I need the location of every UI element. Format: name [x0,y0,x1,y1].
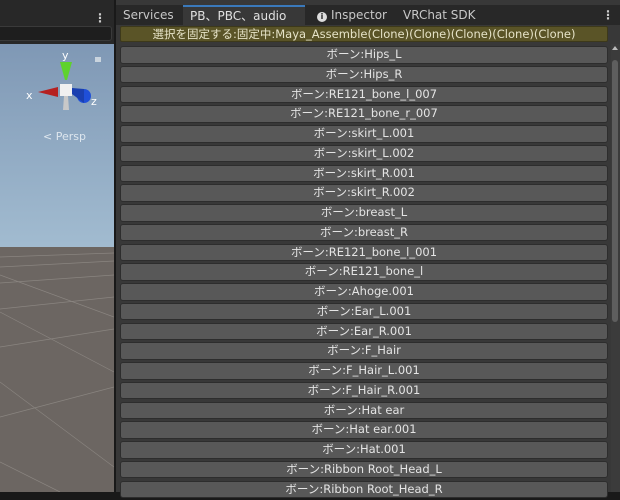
scene-viewport[interactable]: y x z < Persp [0,44,114,492]
info-icon: i [317,12,327,22]
bone-button[interactable]: ボーン:skirt_L.002 [120,144,608,163]
tab-inspector-label: Inspector [331,8,387,22]
more-options-icon[interactable]: ⋮ [602,5,614,25]
bone-button[interactable]: ボーン:RE121_bone_l_001 [120,243,608,261]
bone-button[interactable]: ボーン:skirt_L.001 [120,125,608,143]
tab-inspector[interactable]: i Inspector [310,5,394,25]
bone-button[interactable]: ボーン:F_Hair_R.001 [120,381,608,400]
bone-button[interactable]: ボーン:Hat.001 [120,441,608,459]
bone-button[interactable]: ボーン:Hips_L [120,46,608,64]
bone-button[interactable]: ボーン:Ribbon Root_Head_L [120,460,608,479]
bone-button[interactable]: ボーン:Hat ear.001 [120,421,608,439]
scroll-up-icon[interactable] [612,46,618,50]
bone-button[interactable]: ボーン:Ribbon Root_Head_R [120,480,608,498]
bone-list: ボーン:Hips_L ボーン:Hips_R ボーン:RE121_bone_l_007… [120,46,608,500]
tab-vrchat-sdk[interactable]: VRChat SDK [396,5,483,25]
inspector-panel: Services PB、PBC、audioリスト i Inspector VRCh… [116,0,620,498]
orientation-gizmo[interactable]: y x z [0,44,114,144]
scene-view-header: ⋮ [0,5,114,25]
bone-button[interactable]: ボーン:Ear_R.001 [120,322,608,340]
scene-view-panel: ⋮ y x z < Persp [0,0,114,492]
scrollbar-thumb[interactable] [612,60,618,322]
bone-button[interactable]: ボーン:RE121_bone_l_007 [120,85,608,103]
persp-label[interactable]: < Persp [43,130,86,143]
scrollbar[interactable] [611,44,620,492]
y-axis-label: y [62,49,69,62]
bone-button[interactable]: ボーン:Ahoge.001 [120,283,608,301]
tab-bar: Services PB、PBC、audioリスト i Inspector VRCh… [116,5,620,41]
svg-text:z: z [91,95,97,108]
bone-button[interactable]: ボーン:F_Hair [120,342,608,360]
bone-button[interactable]: ボーン:Hips_R [120,65,608,84]
lock-icon [95,57,101,62]
bone-button[interactable]: ボーン:RE121_bone_l [120,263,608,281]
lock-selection-button[interactable]: 選択を固定する:固定中:Maya_Assemble(Clone)(Clone)(… [120,26,608,42]
tab-services[interactable]: Services [116,5,181,25]
more-options-icon[interactable]: ⋮ [94,11,106,25]
bone-button[interactable]: ボーン:skirt_R.001 [120,164,608,182]
tab-pb-list[interactable]: PB、PBC、audioリスト [183,5,305,41]
ground-grid [0,247,114,492]
svg-text:x: x [26,89,33,102]
bone-button[interactable]: ボーン:RE121_bone_r_007 [120,105,608,123]
scene-search-input[interactable] [0,26,112,41]
bone-button[interactable]: ボーン:breast_R [120,223,608,242]
bone-button[interactable]: ボーン:F_Hair_L.001 [120,362,608,380]
bone-button[interactable]: ボーン:Ear_L.001 [120,302,608,321]
bone-button[interactable]: ボーン:Hat ear [120,401,608,419]
bone-button[interactable]: ボーン:skirt_R.002 [120,184,608,202]
bone-button[interactable]: ボーン:breast_L [120,204,608,222]
